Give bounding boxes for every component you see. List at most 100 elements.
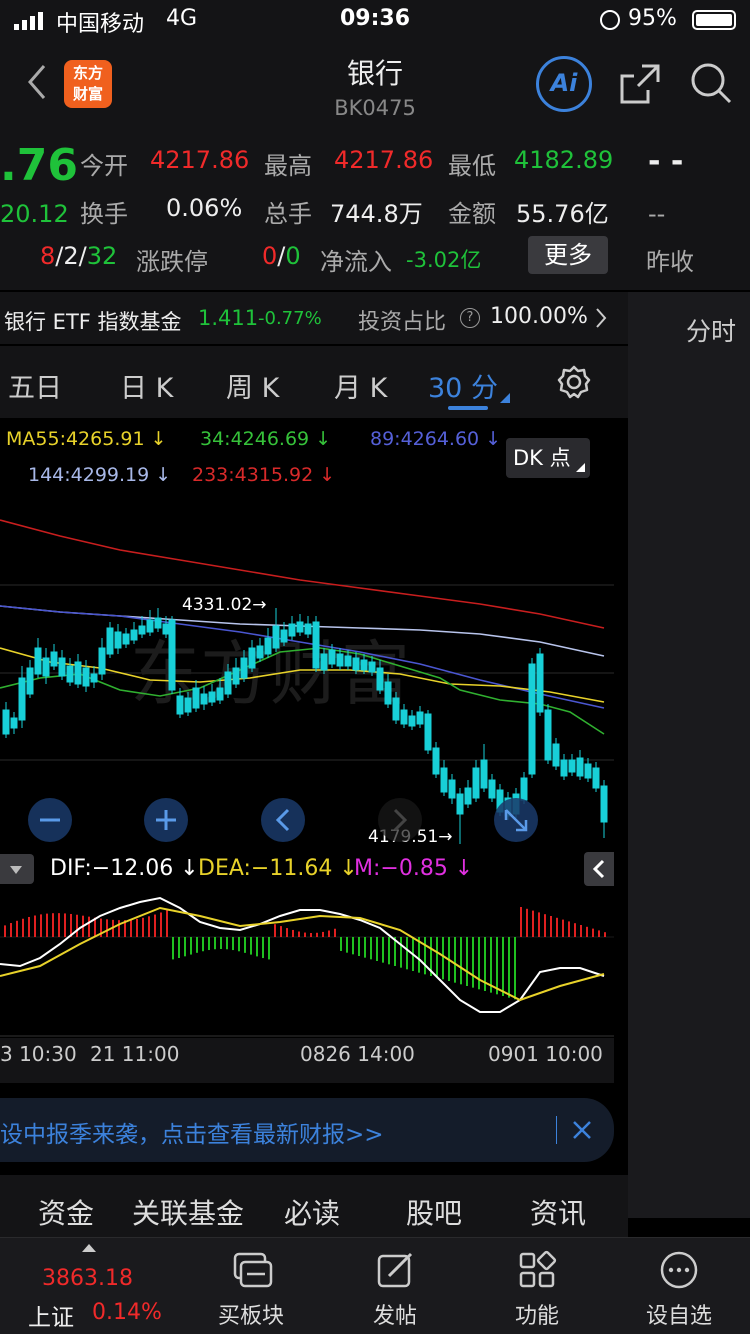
macd-bar — [406, 937, 408, 970]
volume-value: 744.8万 — [330, 200, 423, 228]
tab-forum[interactable]: 股吧 — [406, 1192, 462, 1232]
macd-bar — [532, 910, 534, 937]
more-button[interactable]: 更多 — [528, 236, 608, 274]
macd-bar — [508, 937, 510, 998]
buy-board-button[interactable]: 买板块 — [196, 1250, 306, 1330]
macd-bar — [310, 932, 312, 937]
macd-bar — [514, 937, 516, 1000]
collapse-panel-button[interactable] — [584, 852, 614, 886]
scroll-right-button[interactable] — [378, 798, 422, 842]
macd-bar — [226, 937, 228, 950]
dk-point-button[interactable]: DK 点 — [506, 438, 590, 478]
share-button[interactable] — [618, 62, 662, 106]
candle-body — [424, 713, 432, 751]
candle-body — [42, 657, 50, 677]
macd-bar — [250, 937, 252, 955]
trade-icon — [233, 1252, 273, 1288]
tab-must-read[interactable]: 必读 — [284, 1192, 340, 1232]
open-label: 今开 — [80, 152, 128, 180]
index-ticker[interactable]: 3863.18 上证 0.14% — [20, 1242, 180, 1332]
macd-bar — [58, 913, 60, 937]
etf-change: -0.77% — [258, 308, 322, 329]
tab-daily-k[interactable]: 日 K — [120, 366, 173, 405]
candle-body — [248, 647, 256, 669]
high-marker: 4331.02→ — [182, 595, 267, 615]
candle-body — [456, 793, 464, 815]
candle-body — [560, 759, 568, 777]
scroll-left-button[interactable] — [261, 798, 305, 842]
kline-chart[interactable]: 东方财富 4331.02→ 4179.51→ — [0, 498, 614, 850]
macd-bar — [268, 937, 270, 960]
add-watchlist-button[interactable]: 设自选 — [624, 1250, 734, 1330]
fullscreen-button[interactable] — [494, 798, 538, 842]
right-side-panel: 分时 — [628, 292, 750, 1218]
help-icon[interactable]: ? — [460, 308, 480, 328]
macd-bar — [556, 917, 558, 937]
macd-bar — [442, 937, 444, 980]
macd-bar — [22, 918, 24, 937]
candle-body — [280, 629, 288, 643]
macd-bar — [478, 937, 480, 990]
candle-body — [552, 743, 560, 767]
dif-value: DIF:−12.06 ↓ — [50, 856, 199, 881]
tab-related-funds[interactable]: 关联基金 — [132, 1192, 244, 1232]
functions-button[interactable]: 功能 — [482, 1250, 592, 1330]
candle-body — [216, 687, 224, 701]
clock: 09:36 — [340, 6, 411, 31]
limit-counts: 0/0 — [262, 242, 301, 270]
tab-underline — [448, 406, 488, 410]
zoom-in-button[interactable] — [144, 798, 188, 842]
tab-intraday[interactable]: 分时 — [686, 312, 736, 348]
candle-body — [26, 667, 34, 695]
amount-label: 金额 — [448, 200, 496, 228]
tab-news[interactable]: 资讯 — [530, 1192, 586, 1232]
macd-bar — [460, 937, 462, 985]
earnings-banner[interactable]: 设中报季来袭，点击查看最新财报>> — [0, 1098, 614, 1162]
macd-bar — [214, 937, 216, 950]
network: 4G — [166, 6, 198, 31]
candle-body — [18, 677, 26, 721]
edit-icon — [377, 1252, 413, 1288]
macd-bar — [220, 937, 222, 950]
more-circle-icon — [660, 1251, 698, 1289]
bottom-toolbar: 3863.18 上证 0.14% 买板块 发帖 功能 设自选 — [0, 1237, 750, 1334]
candle-body — [192, 687, 200, 709]
zoom-out-button[interactable] — [28, 798, 72, 842]
macd-bar — [196, 937, 198, 953]
ai-button[interactable]: Ai — [536, 56, 592, 112]
candle-body — [208, 691, 216, 703]
tab-weekly-k[interactable]: 周 K — [226, 366, 279, 405]
indicator-switch-button[interactable] — [0, 854, 34, 884]
period-tabs: 五日 日 K 周 K 月 K 30 分 — [0, 346, 628, 418]
tab-30min[interactable]: 30 分 — [428, 366, 498, 405]
macd-bar — [154, 914, 156, 937]
macd-bar — [106, 919, 108, 937]
header: 东方 财富 银行 BK0475 Ai — [0, 40, 750, 130]
tab-five-day[interactable]: 五日 — [8, 366, 62, 405]
macd-bar — [172, 937, 174, 960]
tab-monthly-k[interactable]: 月 K — [334, 366, 387, 405]
candle-body — [224, 671, 232, 695]
candle-body — [168, 619, 176, 691]
dea-value: DEA:−11.64 ↓ — [198, 856, 358, 881]
updown-counts: 8/2/32 — [40, 242, 118, 270]
candle-body — [10, 717, 18, 729]
ma34-value: 34:4246.69 ↓ — [200, 428, 332, 450]
macd-bar — [280, 926, 282, 937]
macd-bar — [256, 937, 258, 957]
limit-label: 涨跌停 — [136, 248, 208, 276]
inflow-value: -3.02亿 — [406, 248, 482, 272]
triangle-down-icon — [10, 866, 22, 874]
prev-close-dash2: -- — [648, 200, 666, 228]
etf-row[interactable]: 银行 ETF 指数基金 1.411 -0.77% 投资占比 ? 100.00% — [0, 292, 628, 344]
settings-button[interactable] — [556, 364, 592, 400]
macd-bar — [292, 929, 294, 937]
candle-body — [264, 637, 272, 655]
candle-body — [90, 673, 98, 683]
post-button[interactable]: 发帖 — [340, 1250, 450, 1330]
banner-close-button[interactable] — [570, 1118, 594, 1142]
search-button[interactable] — [688, 60, 734, 106]
tab-funds[interactable]: 资金 — [38, 1192, 94, 1232]
candle-body — [328, 649, 336, 665]
macd-bar — [580, 925, 582, 937]
